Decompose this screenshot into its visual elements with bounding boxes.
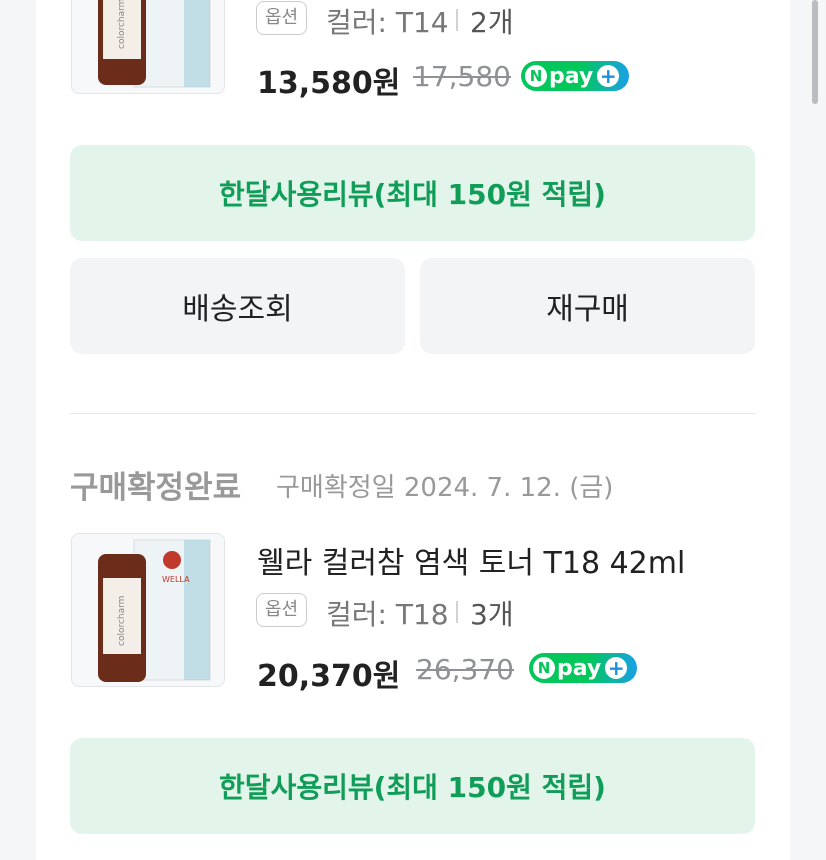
npay-badge: N pay + bbox=[521, 61, 629, 91]
review-button[interactable]: 한달사용리뷰(최대 150원 적립) bbox=[70, 145, 755, 241]
npay-plus-icon: + bbox=[597, 65, 620, 87]
sale-price: 20,370원 bbox=[257, 659, 401, 694]
rebuy-button[interactable]: 재구매 bbox=[420, 258, 755, 354]
npay-label: pay bbox=[557, 655, 602, 681]
npay-label: pay bbox=[549, 63, 594, 89]
delivery-tracking-button[interactable]: 배송조회 bbox=[70, 258, 405, 354]
brand-logo-text: WELLA bbox=[162, 575, 190, 584]
order-status: 구매확정완료 bbox=[70, 470, 242, 506]
quantity-text: 3개 bbox=[470, 598, 514, 631]
product-image[interactable]: colorcharm bbox=[71, 0, 225, 94]
order-list-card bbox=[36, 0, 790, 860]
original-price: 17,580 bbox=[413, 60, 511, 93]
purchase-confirm-date: 구매확정일 2024. 7. 12. (금) bbox=[276, 473, 614, 503]
svg-text:colorcharm: colorcharm bbox=[117, 0, 127, 49]
option-text: 컬러: T14 bbox=[326, 6, 449, 39]
npay-badge: N pay + bbox=[529, 653, 637, 683]
npay-plus-icon: + bbox=[605, 657, 628, 679]
option-badge: 옵션 bbox=[256, 1, 308, 35]
product-image[interactable]: WELLA colorcharm bbox=[71, 533, 225, 687]
option-text: 컬러: T18 bbox=[326, 598, 449, 631]
sale-price: 13,580원 bbox=[257, 66, 401, 101]
review-button[interactable]: 한달사용리뷰(최대 150원 적립) bbox=[70, 738, 755, 834]
npay-n-icon: N bbox=[525, 65, 547, 87]
order-divider bbox=[70, 413, 756, 414]
option-separator bbox=[456, 9, 458, 31]
original-price: 26,370 bbox=[416, 653, 514, 686]
option-badge: 옵션 bbox=[256, 593, 308, 627]
product-line-text: colorcharm bbox=[117, 596, 127, 646]
product-name[interactable]: 웰라 컬러참 염색 토너 T18 42ml bbox=[257, 538, 685, 582]
quantity-text: 2개 bbox=[470, 6, 514, 39]
scrollbar[interactable] bbox=[812, 0, 818, 104]
npay-n-icon: N bbox=[533, 657, 555, 679]
option-separator bbox=[456, 601, 458, 623]
